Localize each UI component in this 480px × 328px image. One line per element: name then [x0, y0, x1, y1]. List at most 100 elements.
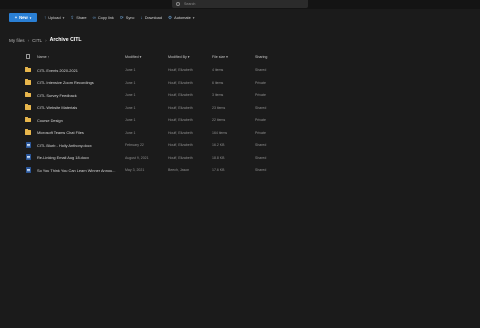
search-icon: [176, 2, 180, 6]
download-icon: ↓: [140, 15, 143, 20]
folder-icon: [25, 91, 31, 97]
sharing-status: Private: [255, 130, 266, 135]
column-file-size-label: File size: [212, 55, 226, 59]
table-row[interactable]: CITL Survey Feedback June 1 Houff, Eliza…: [0, 89, 480, 102]
modified-date: May 3, 2021: [125, 168, 145, 172]
modified-by: Houff, Elizabeth: [168, 155, 193, 160]
file-name[interactable]: So You Think You Can Learn Winner Annou.…: [37, 168, 115, 173]
modified-by: Houff, Elizabeth: [168, 143, 193, 147]
table-row[interactable]: Microsoft Teams Chat Files June 1 Houff,…: [0, 127, 480, 140]
modified-date: June 1: [125, 130, 136, 135]
top-bar: Search: [0, 0, 480, 9]
modified-date: June 1: [125, 118, 136, 122]
column-modified-by-label: Modified By: [168, 55, 187, 59]
sharing-status: Shared: [255, 143, 267, 147]
modified-date: June 1: [125, 68, 136, 72]
chevron-down-icon: ▾: [192, 15, 195, 20]
share-icon: ⇪: [70, 14, 75, 20]
share-label: Share: [76, 15, 87, 20]
sharing-status: Shared: [255, 105, 267, 110]
sharing-status: Private: [255, 93, 266, 97]
new-button-label: New: [19, 15, 28, 20]
modified-date: June 1: [125, 80, 136, 85]
column-name-label: Name: [37, 55, 47, 59]
modified-by: Houff, Elizabeth: [168, 93, 193, 97]
file-name[interactable]: CITL Survey Feedback: [37, 93, 77, 98]
file-name[interactable]: Course Design: [37, 118, 63, 123]
upload-button[interactable]: ↑ Upload ▾: [44, 15, 64, 20]
column-modified-label: Modified: [125, 55, 139, 59]
file-name[interactable]: CITL Events 2020-2021: [37, 68, 78, 73]
sync-label: Sync: [125, 15, 135, 20]
folder-icon: [25, 129, 31, 135]
folder-icon: [25, 79, 31, 85]
table-row[interactable]: CITL Website Materials June 1 Houff, Eli…: [0, 102, 480, 115]
table-row[interactable]: CITL Blurb - Holly Anthony.docx February…: [0, 139, 480, 152]
column-header-sharing[interactable]: Sharing: [255, 55, 267, 59]
file-type-icon[interactable]: [26, 54, 30, 59]
copy-link-button[interactable]: ∞ Copy link: [93, 15, 114, 20]
modified-date: February 22: [125, 143, 144, 147]
folder-icon: [25, 104, 31, 110]
modified-by: Houff, Elizabeth: [168, 68, 193, 72]
sync-button[interactable]: ⟳ Sync: [120, 15, 135, 21]
upload-icon: ↑: [44, 15, 47, 20]
table-row[interactable]: Course Design June 1 Houff, Elizabeth 22…: [0, 114, 480, 127]
breadcrumb-root[interactable]: My files: [9, 38, 25, 43]
automate-label: Automate: [174, 15, 191, 20]
sync-icon: ⟳: [119, 14, 124, 20]
search-placeholder: Search: [184, 2, 196, 6]
modified-date: August 9, 2021: [125, 155, 149, 160]
table-row[interactable]: Re-Linking Email Aug 18.docx August 9, 2…: [0, 152, 480, 165]
file-list: CITL Events 2020-2021 June 1 Houff, Eliz…: [0, 64, 480, 177]
sharing-status: Shared: [255, 155, 267, 160]
word-document-icon: [26, 154, 31, 161]
file-name[interactable]: CITL Website Materials: [37, 105, 77, 110]
folder-icon: [25, 116, 31, 122]
table-row[interactable]: CITL Events 2020-2021 June 1 Houff, Eliz…: [0, 64, 480, 77]
modified-by: Houff, Elizabeth: [168, 118, 193, 122]
modified-date: June 1: [125, 93, 136, 97]
modified-by: Houff, Elizabeth: [168, 105, 193, 110]
chevron-down-icon: ▾: [62, 15, 65, 20]
chevron-down-icon: ▾: [29, 15, 32, 20]
link-icon: ∞: [92, 15, 96, 20]
chevron-right-icon: ›: [45, 37, 47, 43]
copy-link-label: Copy link: [97, 15, 114, 20]
search-box[interactable]: Search: [172, 0, 308, 8]
breadcrumb: My files › CITL › Archive CITL: [9, 37, 82, 43]
command-bar: + New ▾ ↑ Upload ▾ ⇪ Share ∞ Copy link ⟳…: [9, 13, 195, 22]
table-row[interactable]: CITL Intensive Zoom Recordings June 1 Ho…: [0, 77, 480, 90]
share-button[interactable]: ⇪ Share: [70, 15, 86, 21]
file-name[interactable]: Re-Linking Email Aug 18.docx: [37, 155, 89, 160]
table-row[interactable]: So You Think You Can Learn Winner Annou.…: [0, 164, 480, 177]
file-size: 4 items: [212, 68, 224, 72]
modified-by: Beech, Jason: [168, 168, 190, 172]
new-button[interactable]: + New ▾: [9, 13, 37, 22]
download-button[interactable]: ↓ Download: [140, 15, 162, 20]
column-header-file-size[interactable]: File size ▾: [212, 55, 228, 59]
file-name[interactable]: CITL Intensive Zoom Recordings: [37, 80, 94, 85]
column-header-modified[interactable]: Modified ▾: [125, 55, 141, 59]
chevron-right-icon: ›: [27, 37, 30, 43]
file-size: 17.6 KB: [212, 168, 225, 172]
file-size: 22 items: [212, 118, 226, 122]
file-name[interactable]: CITL Blurb - Holly Anthony.docx: [37, 143, 92, 148]
sharing-status: Shared: [255, 168, 267, 172]
file-list-header: Name ↑ Modified ▾ Modified By ▾ File siz…: [0, 52, 480, 63]
column-header-name[interactable]: Name ↑: [37, 55, 49, 59]
file-size: 3 items: [212, 93, 224, 97]
plus-icon: +: [14, 15, 18, 20]
column-header-modified-by[interactable]: Modified By ▾: [168, 55, 190, 59]
word-document-icon: [26, 141, 31, 148]
automate-button[interactable]: ⚙ Automate ▾: [168, 15, 194, 21]
file-name[interactable]: Microsoft Teams Chat Files: [37, 130, 84, 135]
breadcrumb-current: Archive CITL: [49, 37, 82, 43]
folder-icon: [25, 66, 31, 72]
modified-date: June 1: [125, 105, 136, 110]
download-label: Download: [144, 15, 163, 20]
file-size: 164 items: [212, 130, 228, 135]
file-size: 16.2 KB: [212, 143, 225, 147]
breadcrumb-parent[interactable]: CITL: [32, 38, 42, 43]
sharing-status: Private: [255, 118, 266, 122]
